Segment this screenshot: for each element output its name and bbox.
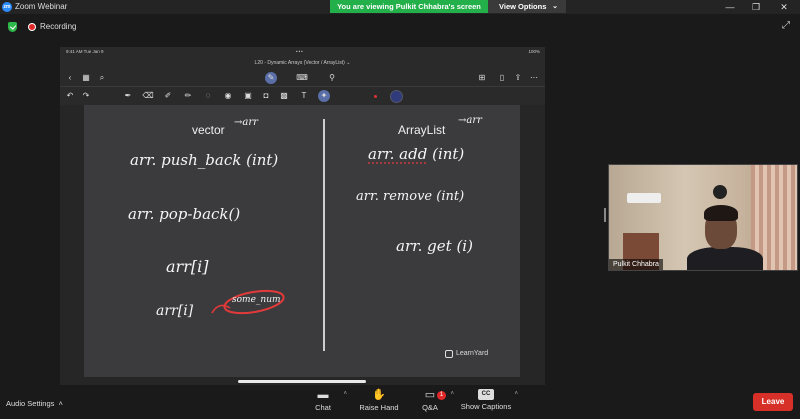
notes-nav-bar: ‹ ▦ ⌕ ✎ ⌨ ⚲ ⊞ ▯ ⇪ ⋯ <box>60 69 545 87</box>
shared-screen: 9:41 AM Tue Jan 9 ••• 100% L20 - Dynamic… <box>60 47 545 385</box>
qa-button[interactable]: ▭ 1 ˄ Q&A <box>400 389 460 412</box>
multitask-dots-icon: ••• <box>296 49 304 54</box>
pen-color-swatch[interactable] <box>390 90 403 103</box>
security-shield-icon[interactable] <box>8 22 17 32</box>
image-icon[interactable]: ▣ <box>242 90 254 102</box>
note-page[interactable]: vector →arr ArrayList →arr arr. push_bac… <box>84 105 520 377</box>
page-area: vector →arr ArrayList →arr arr. push_bac… <box>60 105 545 385</box>
qa-chevron-up-icon[interactable]: ˄ <box>450 391 454 397</box>
camera-icon[interactable]: ◘ <box>260 90 272 102</box>
meeting-controls: Audio Settings ˄ ▬ ˄ Chat ✋ Raise Hand ▭… <box>0 385 800 419</box>
recording-dot-icon <box>28 23 36 31</box>
document-title[interactable]: L20 - Dynamic Arrays (Vector / ArrayList… <box>60 57 545 69</box>
shapes-icon[interactable]: ◉ <box>222 90 234 102</box>
audio-settings-button[interactable]: Audio Settings ˄ <box>6 399 63 409</box>
hand-icon: ✋ <box>372 389 386 401</box>
pen-mode-icon[interactable]: ✎ <box>265 72 277 84</box>
captions-icon: CC <box>478 389 494 400</box>
video-wall-clock <box>713 185 727 199</box>
audio-settings-label: Audio Settings <box>6 399 55 408</box>
video-resize-handle[interactable] <box>604 208 606 222</box>
add-page-icon[interactable]: ⊞ <box>476 72 488 84</box>
view-options-label: View Options <box>499 2 547 11</box>
chevron-down-icon: ⌄ <box>552 3 558 10</box>
close-icon[interactable]: ✕ <box>778 1 790 13</box>
chat-button[interactable]: ▬ ˄ Chat <box>293 389 353 412</box>
lasso-icon[interactable]: ◌ <box>202 90 214 102</box>
chevron-up-icon: ˄ <box>56 399 63 408</box>
left-annotation: →arr <box>234 117 258 128</box>
back-chevron-icon[interactable]: ‹ <box>64 72 76 84</box>
right-line-remove: arr. remove (int) <box>356 189 465 204</box>
redo-icon[interactable]: ↷ <box>80 90 92 102</box>
more-icon[interactable]: ⋯ <box>528 72 540 84</box>
title-bar: zm Zoom Webinar You are viewing Pulkit C… <box>0 0 800 14</box>
left-line-push-back: arr. push_back (int) <box>130 151 279 169</box>
arrow-annotation <box>211 304 231 314</box>
keyboard-icon[interactable]: ⌨ <box>296 72 308 84</box>
photo-icon[interactable]: ▩ <box>278 90 290 102</box>
right-heading: ArrayList <box>398 123 446 137</box>
leave-button[interactable]: Leave <box>753 393 793 411</box>
highlighter-icon[interactable]: ✐ <box>162 90 174 102</box>
share-icon[interactable]: ⇪ <box>512 72 524 84</box>
right-line-add: arr. add (int) <box>368 145 465 163</box>
person-hair <box>704 205 738 221</box>
left-heading: vector <box>192 123 225 137</box>
zoom-logo-icon: zm <box>2 2 12 12</box>
battery-status: 100% <box>528 49 540 54</box>
chat-chevron-up-icon[interactable]: ˄ <box>343 391 347 397</box>
recording-label: Recording <box>40 22 77 31</box>
ios-status-bar: 9:41 AM Tue Jan 9 ••• 100% <box>60 47 545 57</box>
app-title: Zoom Webinar <box>15 2 68 11</box>
ios-home-indicator <box>238 380 366 383</box>
pen-color-red[interactable] <box>374 95 377 98</box>
undo-icon[interactable]: ↶ <box>64 90 76 102</box>
learnyard-logo-icon <box>445 350 453 358</box>
right-annotation: →arr <box>458 115 482 126</box>
status-time: 9:41 AM Tue Jan 9 <box>66 49 104 54</box>
right-line-get: arr. get (i) <box>396 237 473 255</box>
qa-icon: ▭ <box>424 389 436 401</box>
restore-icon[interactable]: ❐ <box>750 1 762 13</box>
document-title-bar: L20 - Dynamic Arrays (Vector / ArrayList… <box>60 57 545 69</box>
bookmark-icon[interactable]: ▯ <box>496 72 508 84</box>
microphone-icon[interactable]: ⚲ <box>326 72 338 84</box>
video-ac-unit <box>627 193 661 203</box>
show-captions-label: Show Captions <box>460 402 512 411</box>
grid-icon[interactable]: ▦ <box>80 72 92 84</box>
drawing-toolbar: ↶ ↷ ✒ ⌫ ✐ ✏ ◌ ◉ ▣ ◘ ▩ T ✦ <box>60 87 545 105</box>
person-body <box>687 247 763 270</box>
share-banner: You are viewing Pulkit Chhabra's screen <box>330 0 488 13</box>
raise-hand-label: Raise Hand <box>359 403 399 412</box>
qa-label: Q&A <box>422 403 438 412</box>
participant-name: Pulkit Chhabra <box>609 259 663 270</box>
captions-chevron-up-icon[interactable]: ˄ <box>514 391 518 397</box>
brand-watermark: LearnYard <box>456 350 489 357</box>
view-options-button[interactable]: View Options ⌄ <box>488 0 566 13</box>
search-icon[interactable]: ⌕ <box>96 72 108 84</box>
left-line-assign: arr[i] <box>156 303 194 319</box>
expand-icon[interactable]: ⤢ <box>782 21 792 31</box>
minimize-icon[interactable]: — <box>724 1 736 13</box>
chat-icon: ▬ <box>317 389 329 401</box>
eraser-icon[interactable]: ⌫ <box>142 90 154 102</box>
participant-video[interactable]: Pulkit Chhabra <box>608 164 798 271</box>
chat-label: Chat <box>315 403 331 412</box>
qa-badge: 1 <box>437 391 446 400</box>
left-line-pop-back: arr. pop-back() <box>128 205 241 223</box>
circled-value: some_num <box>232 295 281 305</box>
pencil-icon[interactable]: ✏ <box>182 90 194 102</box>
text-tool-icon[interactable]: T <box>298 90 310 102</box>
show-captions-button[interactable]: CC ˄ Show Captions <box>456 389 518 411</box>
left-line-index: arr[i] <box>166 257 209 276</box>
zoom-window: zm Zoom Webinar You are viewing Pulkit C… <box>0 0 800 419</box>
pen-tool-icon[interactable]: ✒ <box>122 90 134 102</box>
laser-pointer-icon[interactable]: ✦ <box>318 90 330 102</box>
